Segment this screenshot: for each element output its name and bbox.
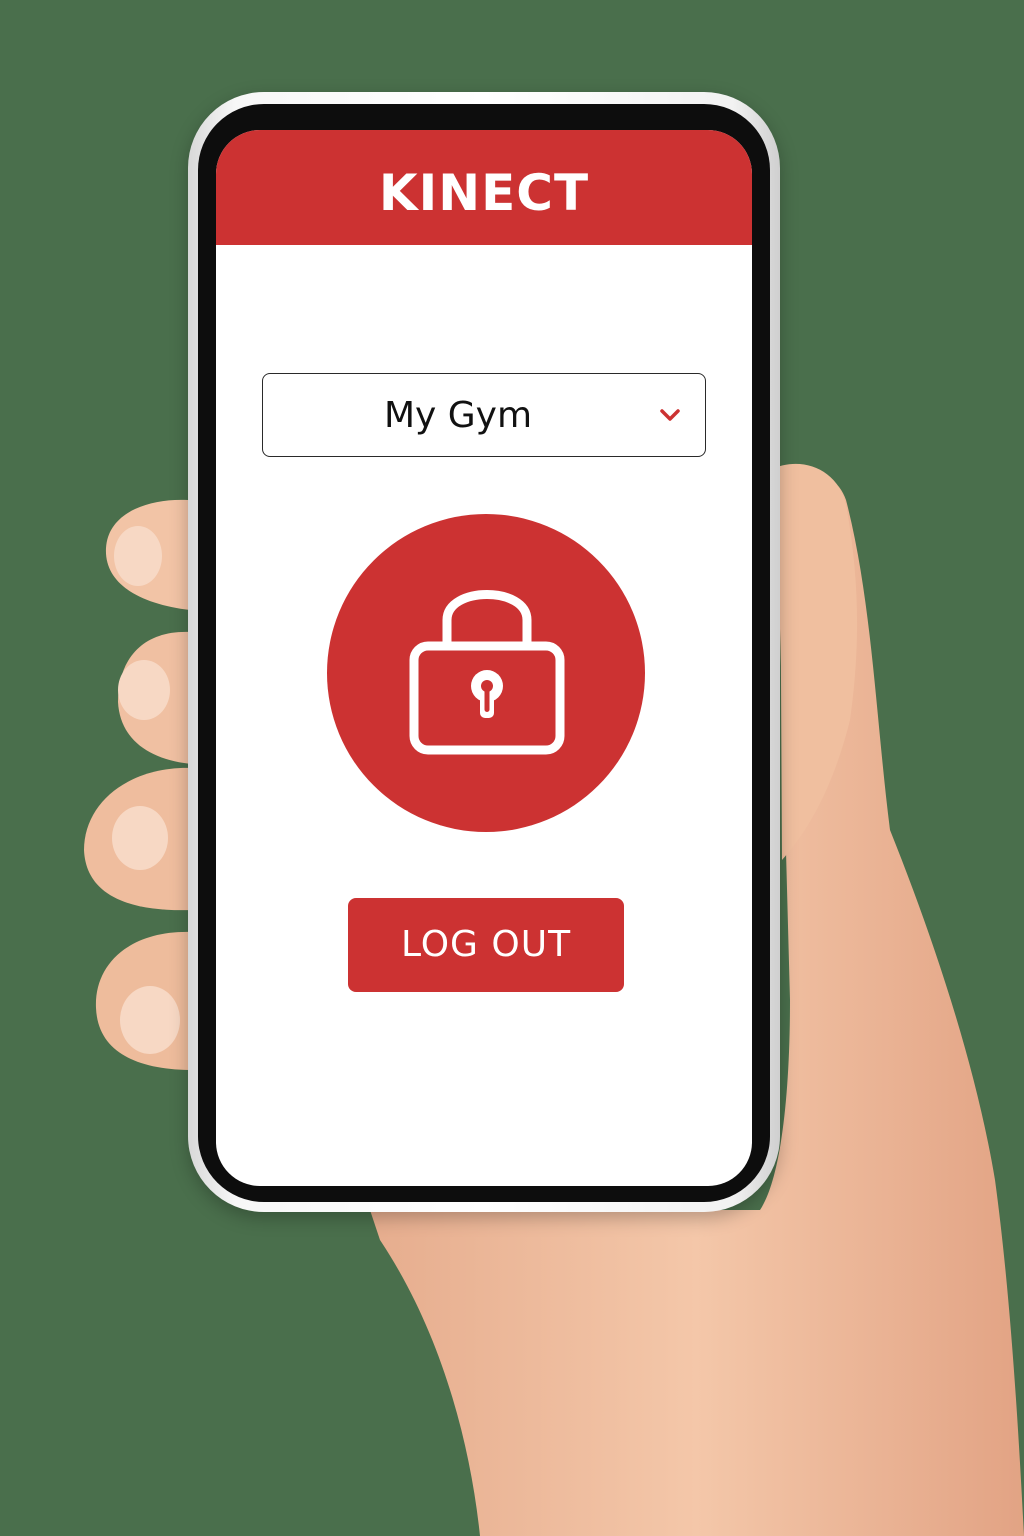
fingernail-3 xyxy=(112,806,168,870)
product-scene: KINECT My Gym LOG OUT xyxy=(0,0,1024,1536)
fingernail-4 xyxy=(120,986,180,1054)
gym-select-value: My Gym xyxy=(383,395,533,436)
fingernail-1 xyxy=(114,526,162,586)
chevron-down-icon xyxy=(660,409,680,421)
lock-toggle-button[interactable] xyxy=(327,514,645,832)
fingernail-2 xyxy=(118,660,170,720)
lock-icon xyxy=(409,590,565,755)
phone-frame: KINECT My Gym LOG OUT xyxy=(188,92,780,1212)
app-header: KINECT xyxy=(216,130,752,245)
gym-select-dropdown[interactable]: My Gym xyxy=(262,373,706,457)
logout-button[interactable]: LOG OUT xyxy=(348,898,624,992)
brand-logo: KINECT xyxy=(378,163,590,222)
phone-screen: KINECT My Gym LOG OUT xyxy=(216,130,752,1186)
